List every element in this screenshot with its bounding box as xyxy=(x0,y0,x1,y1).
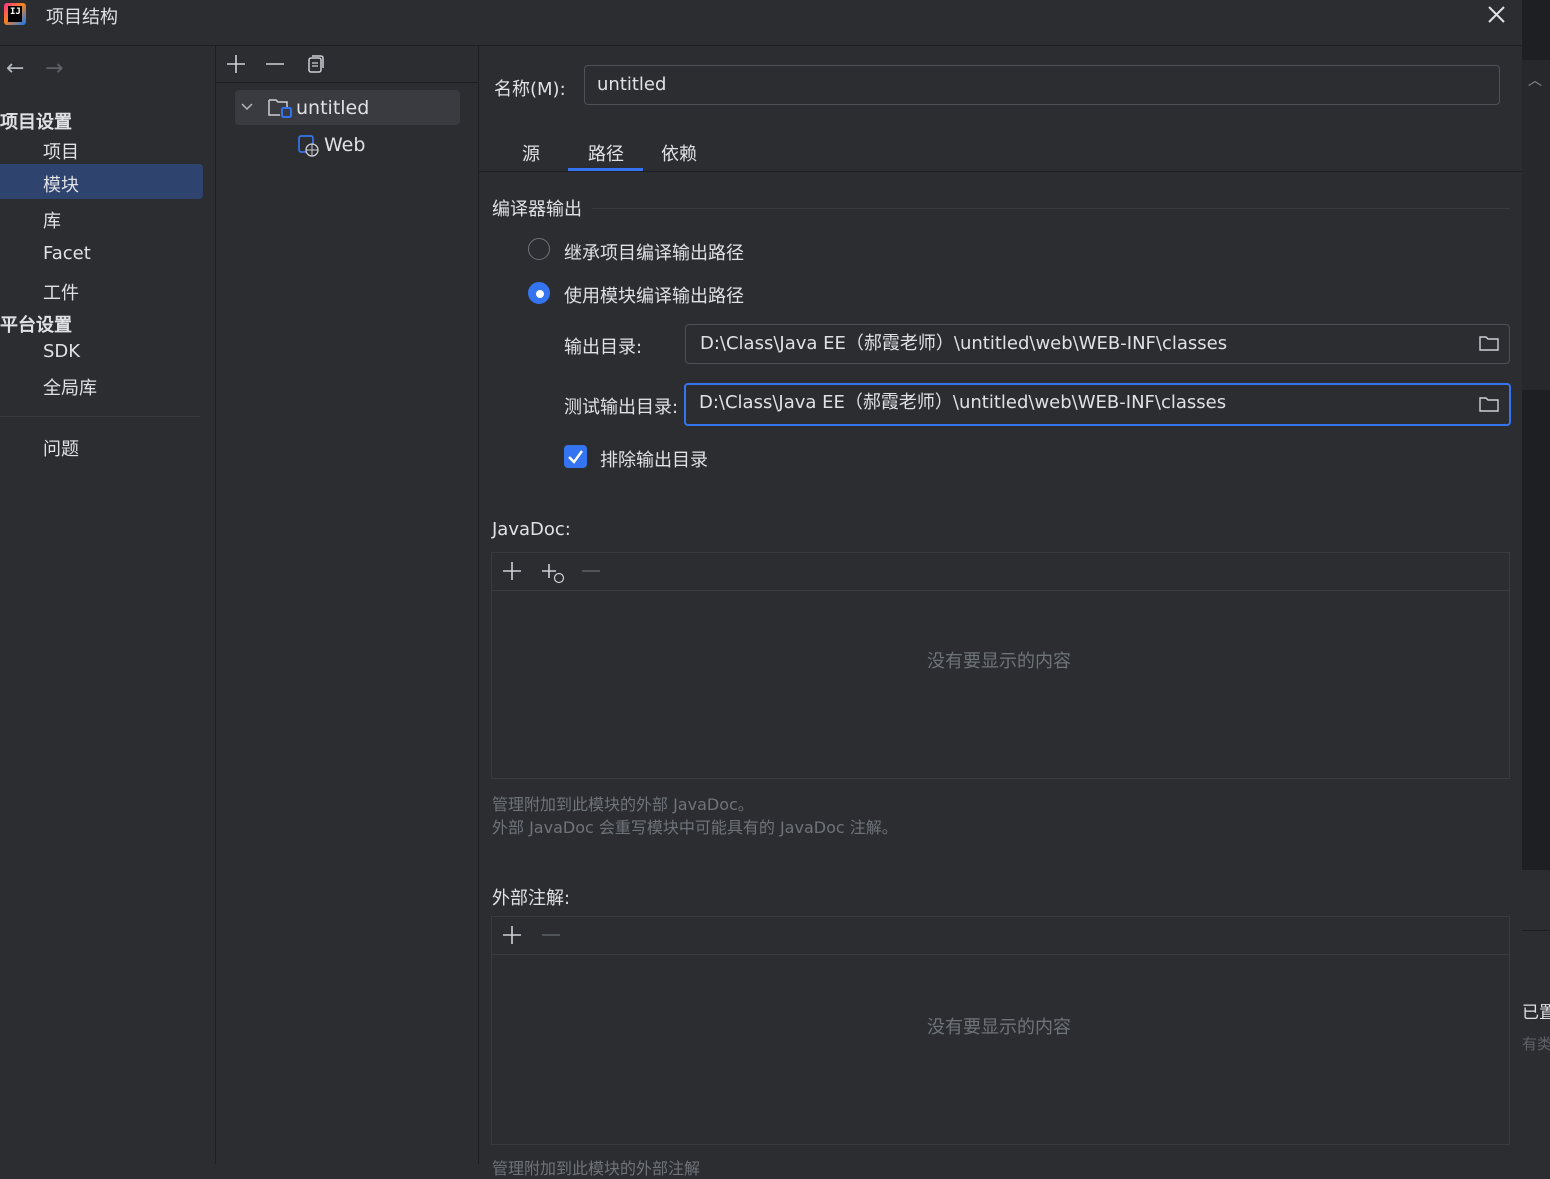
minus-icon xyxy=(582,570,600,572)
tree-node-untitled[interactable]: untitled xyxy=(296,97,369,119)
plus-icon xyxy=(227,55,245,73)
copy-icon xyxy=(308,55,324,73)
close-icon xyxy=(1488,6,1505,23)
exclude-output-checkbox[interactable] xyxy=(564,445,587,468)
inherit-output-radio[interactable] xyxy=(528,238,550,260)
background-panel xyxy=(1522,390,1550,870)
title-bar xyxy=(0,0,1522,46)
tree-node-web[interactable]: Web xyxy=(324,134,365,156)
nav-section-project-settings: 项目设置 xyxy=(0,112,72,133)
annotations-hint: 管理附加到此模块的外部注解 xyxy=(492,1159,701,1178)
test-output-dir-field[interactable]: D:\Class\Java EE（郝霞老师）\untitled\web\WEB-… xyxy=(684,383,1511,426)
module-name-input[interactable]: untitled xyxy=(584,65,1500,105)
add-annotation-button[interactable] xyxy=(501,924,523,951)
nav-item-libraries[interactable]: 库 xyxy=(43,207,61,233)
plus-globe-icon xyxy=(542,564,565,584)
plus-icon xyxy=(503,926,521,944)
add-javadoc-button[interactable] xyxy=(501,560,523,587)
minus-icon xyxy=(266,63,284,65)
chevron-up-icon: ︿ xyxy=(1528,73,1542,89)
folder-icon[interactable] xyxy=(1479,335,1499,351)
group-divider xyxy=(592,208,1510,209)
javadoc-toolbar xyxy=(492,553,1509,591)
background-panel xyxy=(1522,60,1550,390)
annotations-empty-message: 没有要显示的内容 xyxy=(927,1017,1071,1038)
module-folder-icon xyxy=(267,96,293,125)
back-arrow-icon[interactable]: ← xyxy=(6,56,24,81)
folder-icon[interactable] xyxy=(1479,396,1499,412)
nav-item-project[interactable]: 项目 xyxy=(43,138,79,164)
add-module-button[interactable] xyxy=(225,53,247,80)
add-javadoc-url-button[interactable] xyxy=(540,562,566,589)
plus-icon xyxy=(503,562,521,580)
nav-item-artifacts[interactable]: 工件 xyxy=(43,279,79,305)
javadoc-title: JavaDoc: xyxy=(492,519,571,540)
remove-javadoc-button[interactable] xyxy=(580,560,602,587)
tab-paths[interactable]: 路径 xyxy=(588,140,624,166)
exclude-output-label: 排除输出目录 xyxy=(600,450,708,471)
background-text: 已置 xyxy=(1522,1003,1550,1023)
remove-module-button[interactable] xyxy=(264,53,286,80)
nav-item-sdk[interactable]: SDK xyxy=(43,341,80,362)
inherit-output-label: 继承项目编译输出路径 xyxy=(564,243,744,264)
module-output-radio[interactable] xyxy=(528,282,550,304)
nav-item-problems[interactable]: 问题 xyxy=(43,435,79,461)
settings-nav xyxy=(0,46,216,1164)
checkmark-icon xyxy=(568,450,583,464)
nav-item-facets[interactable]: Facet xyxy=(43,243,91,264)
name-label: 名称(M): xyxy=(494,79,566,100)
module-tree-panel xyxy=(216,46,479,1164)
nav-divider xyxy=(0,416,200,417)
output-dir-value: D:\Class\Java EE（郝霞老师）\untitled\web\WEB-… xyxy=(700,333,1228,354)
copy-module-button[interactable] xyxy=(304,53,326,80)
window-title: 项目结构 xyxy=(46,7,118,28)
annotations-title: 外部注解: xyxy=(492,888,571,909)
output-dir-field[interactable]: D:\Class\Java EE（郝霞老师）\untitled\web\WEB-… xyxy=(685,324,1510,364)
chevron-down-icon[interactable] xyxy=(239,99,255,120)
test-output-dir-label: 测试输出目录: xyxy=(564,397,679,418)
intellij-app-icon: IJ xyxy=(4,3,26,25)
remove-annotation-button[interactable] xyxy=(540,924,562,951)
tabs-divider xyxy=(479,171,1522,172)
nav-item-modules[interactable]: 模块 xyxy=(43,171,79,197)
javadoc-hint-2: 外部 JavaDoc 会重写模块中可能具有的 JavaDoc 注解。 xyxy=(492,818,898,837)
close-button[interactable] xyxy=(1482,0,1512,30)
test-output-dir-value: D:\Class\Java EE（郝霞老师）\untitled\web\WEB-… xyxy=(699,392,1227,413)
tree-toolbar xyxy=(216,46,478,83)
tab-sources[interactable]: 源 xyxy=(522,140,540,166)
background-text: 有类 xyxy=(1522,1035,1550,1053)
annotations-toolbar xyxy=(492,917,1509,955)
nav-section-platform-settings: 平台设置 xyxy=(0,315,72,336)
javadoc-empty-message: 没有要显示的内容 xyxy=(927,651,1071,672)
tab-dependencies[interactable]: 依赖 xyxy=(661,140,697,166)
nav-selection-highlight xyxy=(0,164,203,199)
javadoc-hint-1: 管理附加到此模块的外部 JavaDoc。 xyxy=(492,795,754,814)
minus-icon xyxy=(542,934,560,936)
background-panel xyxy=(1522,870,1550,930)
output-dir-label: 输出目录: xyxy=(564,337,643,358)
forward-arrow-icon[interactable]: → xyxy=(45,56,63,81)
nav-item-global-libraries[interactable]: 全局库 xyxy=(43,374,97,400)
module-output-label: 使用模块编译输出路径 xyxy=(564,286,744,307)
web-facet-icon xyxy=(297,134,321,163)
compiler-output-title: 编译器输出 xyxy=(492,199,582,220)
